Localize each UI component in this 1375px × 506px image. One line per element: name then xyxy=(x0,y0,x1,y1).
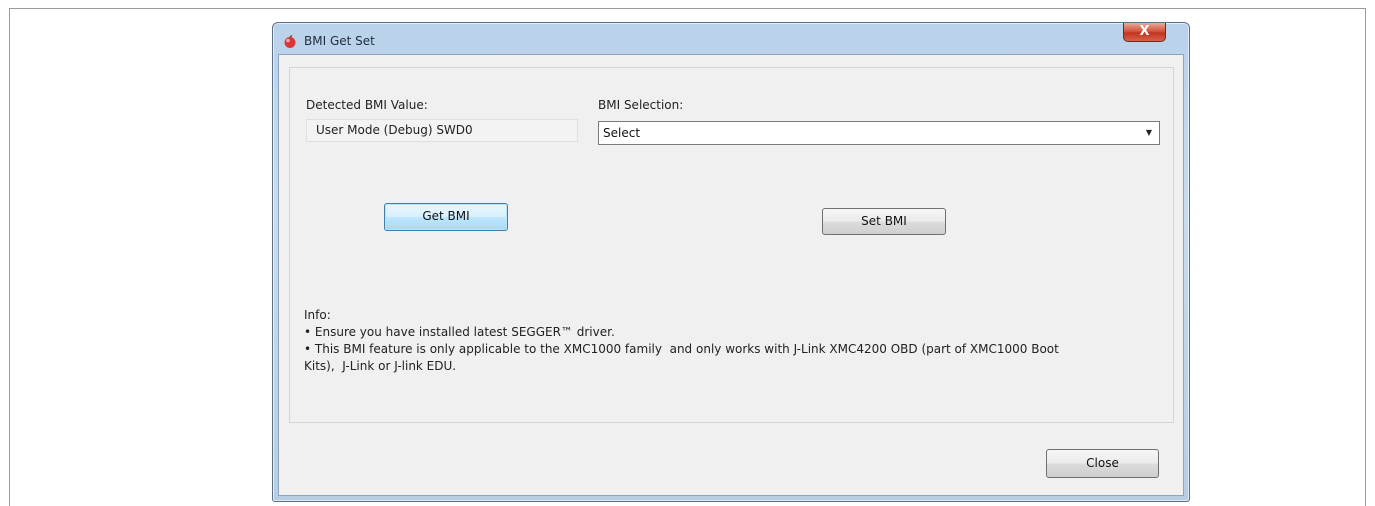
title-bar[interactable]: BMI Get Set X xyxy=(273,23,1189,55)
detected-bmi-value: User Mode (Debug) SWD0 xyxy=(306,119,578,142)
info-section: Info: • Ensure you have installed latest… xyxy=(304,307,1164,375)
info-line: Kits), J-Link or J-link EDU. xyxy=(304,359,457,373)
info-line: • Ensure you have installed latest SEGGE… xyxy=(304,325,615,339)
set-bmi-button[interactable]: Set BMI xyxy=(822,208,946,235)
bmi-selection-label: BMI Selection: xyxy=(598,98,684,112)
chevron-down-icon[interactable]: ▼ xyxy=(1143,122,1155,144)
info-line: • This BMI feature is only applicable to… xyxy=(304,342,1059,356)
bmi-group-panel: Detected BMI Value: User Mode (Debug) SW… xyxy=(289,67,1174,423)
detected-bmi-label: Detected BMI Value: xyxy=(306,98,428,112)
window-close-button[interactable]: X xyxy=(1123,23,1166,42)
window-title: BMI Get Set xyxy=(304,34,375,48)
dialog-client-area: Detected BMI Value: User Mode (Debug) SW… xyxy=(278,54,1184,496)
bmi-selection-dropdown[interactable]: Select ▼ xyxy=(598,121,1160,145)
close-button[interactable]: Close xyxy=(1046,449,1159,478)
get-bmi-button[interactable]: Get BMI xyxy=(384,203,508,231)
bmi-get-set-window: BMI Get Set X Detected BMI Value: User M… xyxy=(272,22,1190,502)
bmi-selection-value: Select xyxy=(603,126,641,140)
app-icon xyxy=(284,35,296,48)
info-heading: Info: xyxy=(304,308,331,322)
